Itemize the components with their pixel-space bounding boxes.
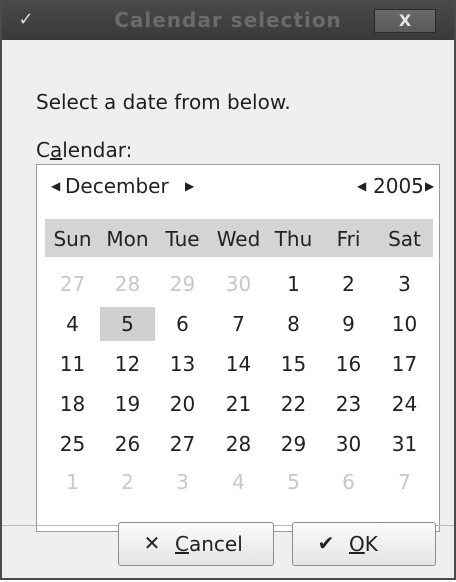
day-cell-other-month[interactable]: 27 [45, 267, 100, 301]
day-cell[interactable]: 26 [100, 427, 155, 461]
next-year-arrow-icon[interactable]: ▶ [425, 179, 434, 193]
calendar-label-suffix: lendar: [62, 138, 133, 162]
day-cell[interactable]: 17 [377, 347, 432, 381]
ok-label: OK [349, 532, 378, 556]
day-cell-other-month[interactable]: 2 [100, 465, 155, 499]
weekday-sun: Sun [53, 227, 92, 251]
calendar-header: ◀ December ▶ ◀ 2005 ▶ [37, 173, 441, 203]
instruction-text: Select a date from below. [36, 90, 291, 114]
day-cell[interactable]: 15 [266, 347, 321, 381]
day-cell-other-month[interactable]: 6 [321, 465, 376, 499]
day-cell[interactable]: 11 [45, 347, 100, 381]
calendar-dialog-window: ✓ Calendar selection X Select a date fro… [0, 0, 456, 580]
year-label: 2005 [373, 174, 424, 198]
day-cell[interactable]: 24 [377, 387, 432, 421]
day-cell-other-month[interactable]: 5 [266, 465, 321, 499]
weekday-mon: Mon [106, 227, 149, 251]
day-cell[interactable]: 16 [321, 347, 376, 381]
day-cell-other-month[interactable]: 28 [100, 267, 155, 301]
day-cell-other-month[interactable]: 7 [377, 465, 432, 499]
day-cell[interactable]: 14 [211, 347, 266, 381]
day-cell-other-month[interactable]: 3 [155, 465, 210, 499]
day-cell[interactable]: 3 [377, 267, 432, 301]
cancel-button[interactable]: ✕ Cancel [118, 522, 274, 566]
cancel-label: Cancel [175, 532, 243, 556]
day-cell[interactable]: 30 [321, 427, 376, 461]
day-cell[interactable]: 8 [266, 307, 321, 341]
close-button[interactable]: X [374, 9, 436, 33]
day-cell[interactable]: 22 [266, 387, 321, 421]
cancel-x-icon: ✕ [143, 531, 161, 555]
day-cell[interactable]: 28 [211, 427, 266, 461]
day-cell[interactable]: 20 [155, 387, 210, 421]
day-cell-other-month[interactable]: 29 [155, 267, 210, 301]
day-cell[interactable]: 7 [211, 307, 266, 341]
weekday-tue: Tue [165, 227, 200, 251]
day-cell-other-month[interactable]: 30 [211, 267, 266, 301]
day-cell[interactable]: 13 [155, 347, 210, 381]
day-cell[interactable]: 12 [100, 347, 155, 381]
day-cell[interactable]: 31 [377, 427, 432, 461]
calendar-label-prefix: C [36, 138, 50, 162]
prev-month-arrow-icon[interactable]: ◀ [51, 179, 60, 193]
day-cell[interactable]: 29 [266, 427, 321, 461]
month-label: December [65, 174, 169, 198]
day-cell[interactable]: 6 [155, 307, 210, 341]
day-cell-other-month[interactable]: 4 [211, 465, 266, 499]
calendar-widget[interactable]: ◀ December ▶ ◀ 2005 ▶ Sun Mon Tue Wed Th… [36, 164, 440, 532]
day-cell[interactable]: 25 [45, 427, 100, 461]
prev-year-arrow-icon[interactable]: ◀ [357, 179, 366, 193]
next-month-arrow-icon[interactable]: ▶ [185, 179, 194, 193]
calendar-label: Calendar: [36, 138, 132, 162]
dialog-content: Select a date from below. Calendar: ◀ De… [2, 40, 454, 578]
day-cell[interactable]: 19 [100, 387, 155, 421]
day-cell[interactable]: 5 [100, 307, 155, 341]
title-bar: ✓ Calendar selection X [2, 0, 454, 40]
day-cell[interactable]: 9 [321, 307, 376, 341]
day-cell-other-month[interactable]: 1 [45, 465, 100, 499]
close-icon: X [398, 11, 412, 30]
ok-button[interactable]: ✔ OK [292, 522, 436, 566]
calendar-label-mnemonic: a [49, 138, 63, 162]
day-cell[interactable]: 27 [155, 427, 210, 461]
weekday-wed: Wed [216, 227, 261, 251]
weekday-sat: Sat [388, 227, 421, 251]
weekday-thu: Thu [274, 227, 313, 251]
weekday-header: Sun Mon Tue Wed Thu Fri Sat [45, 219, 433, 257]
day-cell[interactable]: 23 [321, 387, 376, 421]
weekday-fri: Fri [336, 227, 361, 251]
day-cell[interactable]: 2 [321, 267, 376, 301]
day-cell[interactable]: 21 [211, 387, 266, 421]
day-cell[interactable]: 1 [266, 267, 321, 301]
day-cell[interactable]: 18 [45, 387, 100, 421]
day-cell[interactable]: 4 [45, 307, 100, 341]
day-cell[interactable]: 10 [377, 307, 432, 341]
checkmark-icon: ✔ [317, 531, 335, 555]
